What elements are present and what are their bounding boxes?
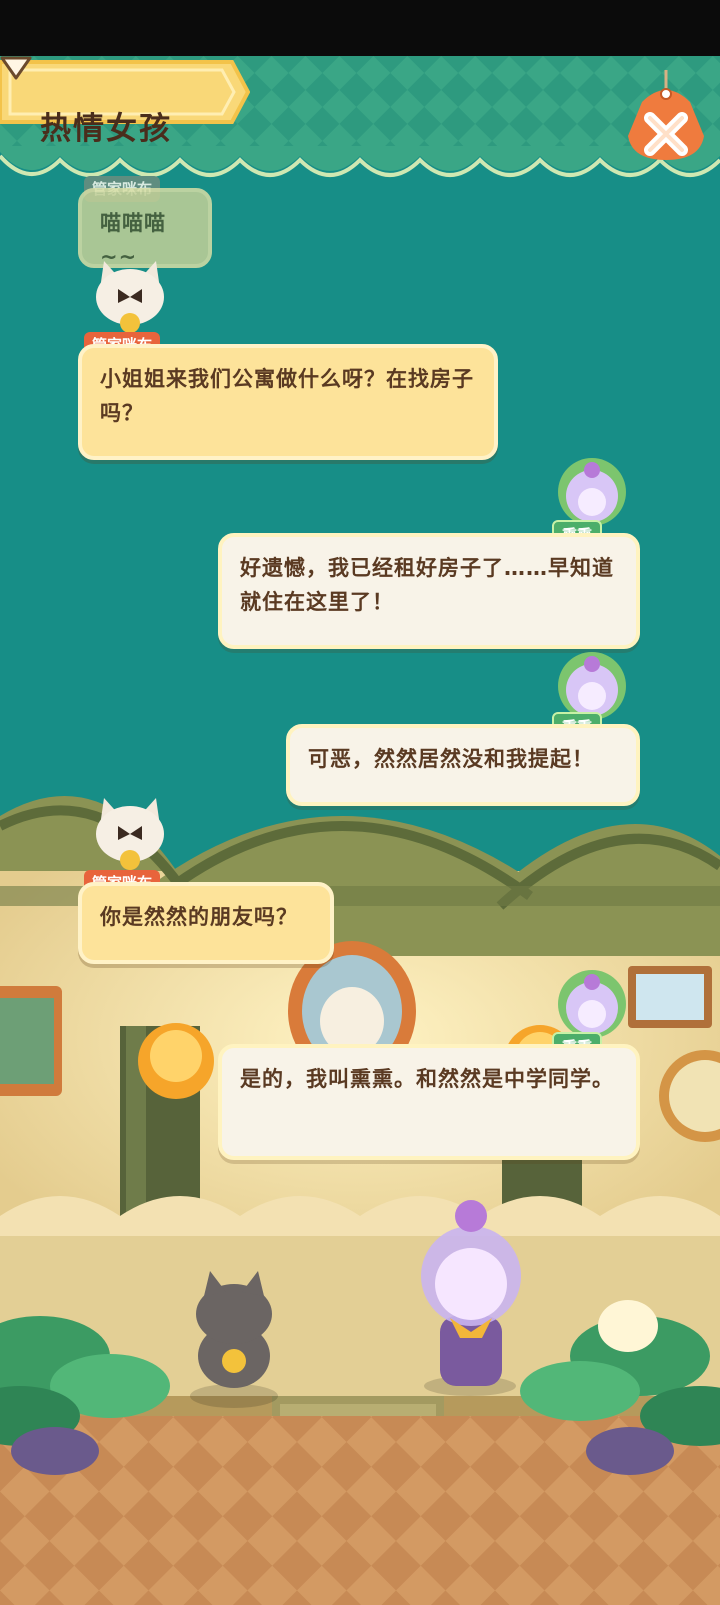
chat-bubble-text: 是的，我叫熏熏。和然然是中学同学。: [240, 1067, 614, 1091]
chat-bubble[interactable]: 小姐姐来我们公寓做什么呀？在找房子吗？: [78, 344, 498, 460]
chat-bubble[interactable]: 喵喵喵~~: [78, 188, 212, 269]
page-title: 热情女孩: [40, 111, 172, 147]
chat-bubble-text: 小姐姐来我们公寓做什么呀？在找房子吗？: [100, 367, 474, 425]
chat-bubble[interactable]: 是的，我叫熏熏。和然然是中学同学。: [218, 1044, 640, 1160]
close-x-icon: [628, 70, 704, 160]
close-button[interactable]: [620, 70, 712, 166]
game-scene[interactable]: 热情女孩 管家咪布 喵喵喵~~ 管家咪布 小姐姐来我们公寓做什么呀？在找房子吗？…: [0, 56, 720, 1605]
status-bar: [0, 0, 720, 56]
chat-bubble[interactable]: 可恶，然然居然没和我提起！: [286, 724, 640, 806]
chat-bubble-text: 好遗憾，我已经租好房子了……早知道就住在这里了！: [240, 556, 614, 614]
chat-bubble-text: 可恶，然然居然没和我提起！: [308, 747, 594, 771]
candle-girl-avatar: [558, 458, 626, 526]
chat-bubble-text: 你是然然的朋友吗？: [100, 905, 298, 929]
chat-bubble[interactable]: 好遗憾，我已经租好房子了……早知道就住在这里了！: [218, 533, 640, 649]
next-triangle-icon[interactable]: [0, 56, 32, 80]
cat-butler-avatar: [96, 261, 164, 333]
chat-bubble[interactable]: 你是然然的朋友吗？: [78, 882, 334, 964]
cat-butler-avatar: [96, 798, 164, 870]
candle-girl-avatar: [558, 970, 626, 1038]
